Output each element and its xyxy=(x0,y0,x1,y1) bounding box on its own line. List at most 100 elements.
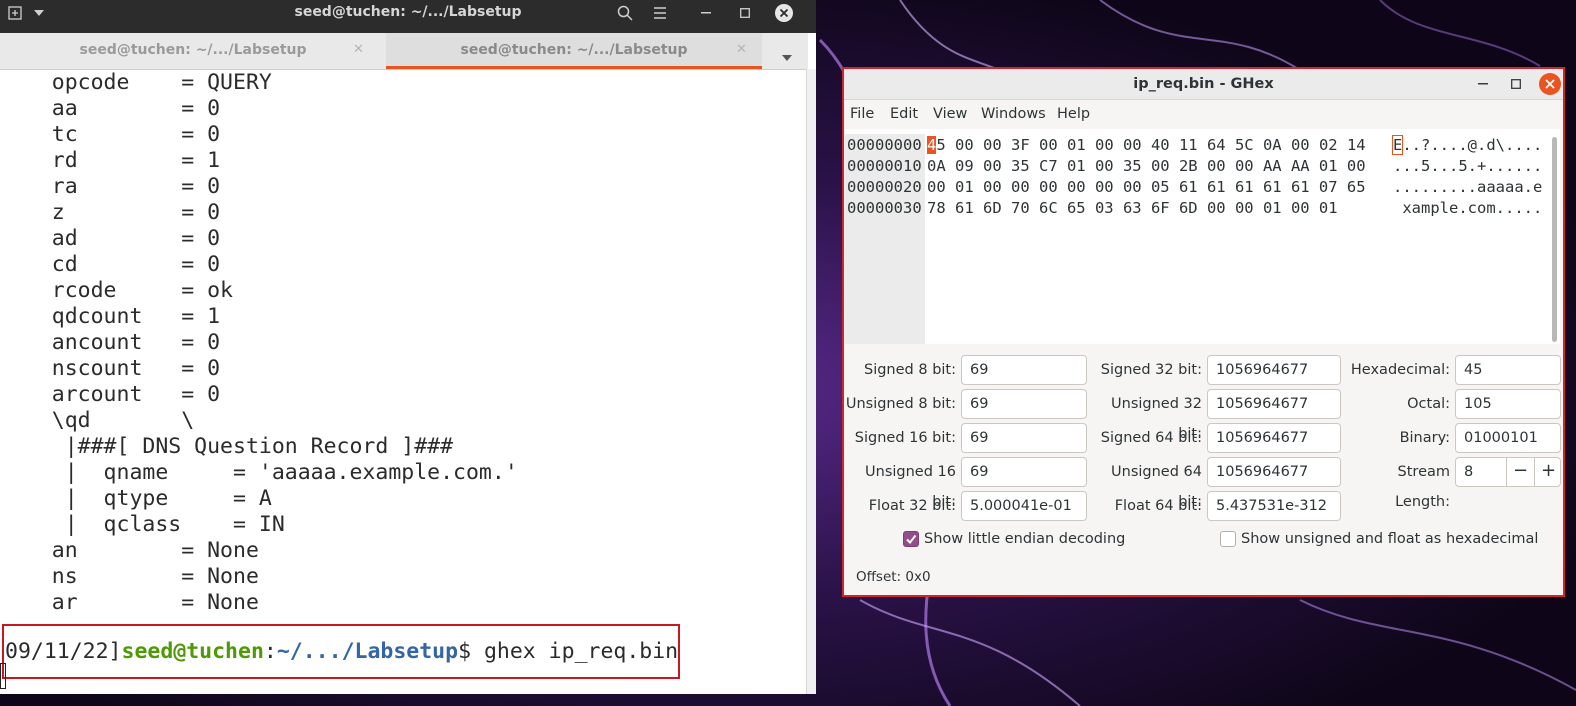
ascii-row[interactable]: ...5...5.+...... xyxy=(1393,156,1542,177)
terminal-tab-1[interactable]: seed@tuchen: ~/.../Labsetup ✕ xyxy=(0,33,386,69)
octal-label: Octal: xyxy=(1407,396,1450,412)
unsigned64-field[interactable]: 1056964677 xyxy=(1207,457,1341,487)
signed64-field[interactable]: 1056964677 xyxy=(1207,423,1341,453)
increment-button[interactable]: + xyxy=(1534,457,1562,487)
tab-label: seed@tuchen: ~/.../Labsetup xyxy=(79,42,307,58)
terminal-titlebar: seed@tuchen: ~/.../Labsetup xyxy=(0,0,816,33)
output-line: rd = 1 xyxy=(0,148,221,173)
output-line: ad = 0 xyxy=(0,226,221,251)
ascii-row[interactable]: .........aaaaa.e xyxy=(1393,177,1542,198)
row-offset: 00000030 xyxy=(847,199,922,217)
selected-nibble[interactable]: 4 xyxy=(927,136,937,154)
close-icon[interactable] xyxy=(772,0,796,25)
menu-help[interactable]: Help xyxy=(1057,100,1090,128)
prompt-date: 09/11/22] xyxy=(5,639,122,664)
hexadecimal-field[interactable]: 45 xyxy=(1455,355,1561,385)
search-icon[interactable] xyxy=(610,0,640,25)
hex-row[interactable]: 00 01 00 00 00 00 00 00 05 61 61 61 61 6… xyxy=(927,177,1366,198)
binary-field[interactable]: 01000101 xyxy=(1455,423,1561,453)
output-line: ancount = 0 xyxy=(0,330,221,355)
ascii-chars: ..?....@.d\.... xyxy=(1402,136,1543,154)
menu-file[interactable]: File xyxy=(850,100,874,128)
terminal-window: seed@tuchen: ~/.../Labsetup seed@tuchen:… xyxy=(0,0,816,694)
signed32-field[interactable]: 1056964677 xyxy=(1207,355,1341,385)
float32-label: Float 32 bit: xyxy=(868,498,956,514)
output-line: ns = None xyxy=(0,564,259,589)
hex-scrollbar[interactable] xyxy=(1552,137,1557,342)
prompt-command: ghex ip_req.bin xyxy=(471,639,679,664)
output-line: | qtype = A xyxy=(0,486,272,511)
hex-row[interactable]: 0A 09 00 35 C7 01 00 35 00 2B 00 00 AA A… xyxy=(927,156,1366,177)
minimize-icon[interactable] xyxy=(694,0,718,25)
tab-close-icon[interactable]: ✕ xyxy=(736,33,747,67)
output-line: \qd \ xyxy=(0,408,195,433)
prompt-colon: : xyxy=(263,639,277,664)
decrement-button[interactable]: − xyxy=(1506,457,1534,487)
output-line: qdcount = 1 xyxy=(0,304,221,329)
prompt-dollar: $ xyxy=(458,639,472,664)
ghex-titlebar: ip_req.bin - GHex xyxy=(844,69,1563,100)
prompt-user: seed@tuchen xyxy=(121,639,264,664)
output-line: an = None xyxy=(0,538,259,563)
ascii-row[interactable]: xample.com..... xyxy=(1393,198,1542,219)
float64-field[interactable]: 5.437531e-312 xyxy=(1207,491,1341,521)
stream-length-value: 8 xyxy=(1464,464,1474,480)
unsigned32-label: Unsigned 32 bit: xyxy=(1111,396,1202,442)
little-endian-checkbox[interactable] xyxy=(903,531,919,547)
terminal-scrollbar[interactable] xyxy=(806,69,816,694)
output-line: ra = 0 xyxy=(0,174,221,199)
menu-edit[interactable]: Edit xyxy=(890,100,918,128)
output-line: opcode = QUERY xyxy=(0,70,272,95)
maximize-icon[interactable] xyxy=(1505,73,1527,95)
output-line: aa = 0 xyxy=(0,96,221,121)
ascii-row[interactable]: E..?....@.d\.... xyxy=(1391,135,1543,156)
minimize-icon[interactable] xyxy=(1472,73,1494,95)
stream-length-stepper[interactable]: 8 − + xyxy=(1455,457,1561,487)
maximize-icon[interactable] xyxy=(733,0,757,25)
hamburger-menu-icon[interactable] xyxy=(646,0,674,25)
signed32-label: Signed 32 bit: xyxy=(1100,362,1202,378)
output-line: z = 0 xyxy=(0,200,221,225)
little-endian-label[interactable]: Show little endian decoding xyxy=(924,529,1125,549)
unsigned8-field[interactable]: 69 xyxy=(961,389,1087,419)
menu-bar: File Edit View Windows Help xyxy=(844,100,1563,128)
float32-field[interactable]: 5.000041e-01 xyxy=(961,491,1087,521)
menu-view[interactable]: View xyxy=(933,100,967,128)
unsigned64-label: Unsigned 64 bit: xyxy=(1111,464,1202,510)
output-line: | qclass = IN xyxy=(0,512,285,537)
tab-list-dropdown-icon[interactable] xyxy=(782,46,792,65)
unsigned32-field[interactable]: 1056964677 xyxy=(1207,389,1341,419)
terminal-tab-2[interactable]: seed@tuchen: ~/.../Labsetup ✕ xyxy=(386,33,762,69)
hexadecimal-label: Hexadecimal: xyxy=(1350,362,1450,378)
selected-char[interactable]: E xyxy=(1391,135,1404,155)
unsigned-hex-checkbox[interactable] xyxy=(1220,531,1236,547)
hex-row[interactable]: 78 61 6D 70 6C 65 03 63 6F 6D 00 00 01 0… xyxy=(927,198,1338,219)
output-line: nscount = 0 xyxy=(0,356,221,381)
row-offset: 00000020 xyxy=(847,178,922,196)
hex-editor-view[interactable]: 00000000 45 00 00 3F 00 01 00 00 40 11 6… xyxy=(845,129,1560,344)
output-line: |###[ DNS Question Record ]### xyxy=(0,434,454,459)
signed8-field[interactable]: 69 xyxy=(961,355,1087,385)
output-line: rcode = ok xyxy=(0,278,233,303)
signed8-label: Signed 8 bit: xyxy=(864,362,956,378)
terminal-tab-bar: seed@tuchen: ~/.../Labsetup ✕ seed@tuche… xyxy=(0,33,808,70)
menu-windows[interactable]: Windows xyxy=(981,100,1046,128)
output-line: | qname = 'aaaaa.example.com.' xyxy=(0,460,518,485)
unsigned-hex-label[interactable]: Show unsigned and float as hexadecimal xyxy=(1241,529,1538,549)
row-offset: 00000000 xyxy=(847,136,922,154)
close-icon[interactable] xyxy=(1539,73,1561,95)
prompt-path: ~/.../Labsetup xyxy=(276,639,459,664)
hex-row[interactable]: 45 00 00 3F 00 01 00 00 40 11 64 5C 0A 0… xyxy=(927,135,1366,156)
terminal-output[interactable]: opcode = QUERY aa = 0 tc = 0 rd = 1 ra =… xyxy=(0,70,806,694)
text-cursor xyxy=(0,663,6,689)
output-line: ar = None xyxy=(0,590,259,615)
tab-close-icon[interactable]: ✕ xyxy=(353,33,364,67)
shell-prompt[interactable]: 09/11/22]seed@tuchen:~/.../Labsetup$ ghe… xyxy=(5,639,678,665)
ghex-window: ip_req.bin - GHex File Edit View Windows… xyxy=(842,67,1565,597)
unsigned16-field[interactable]: 69 xyxy=(961,457,1087,487)
signed16-field[interactable]: 69 xyxy=(961,423,1087,453)
offset-status: Offset: 0x0 xyxy=(856,569,931,585)
hex-bytes: 5 00 00 3F 00 01 00 00 40 11 64 5C 0A 00… xyxy=(936,136,1366,154)
octal-field[interactable]: 105 xyxy=(1455,389,1561,419)
row-offset: 00000010 xyxy=(847,157,922,175)
